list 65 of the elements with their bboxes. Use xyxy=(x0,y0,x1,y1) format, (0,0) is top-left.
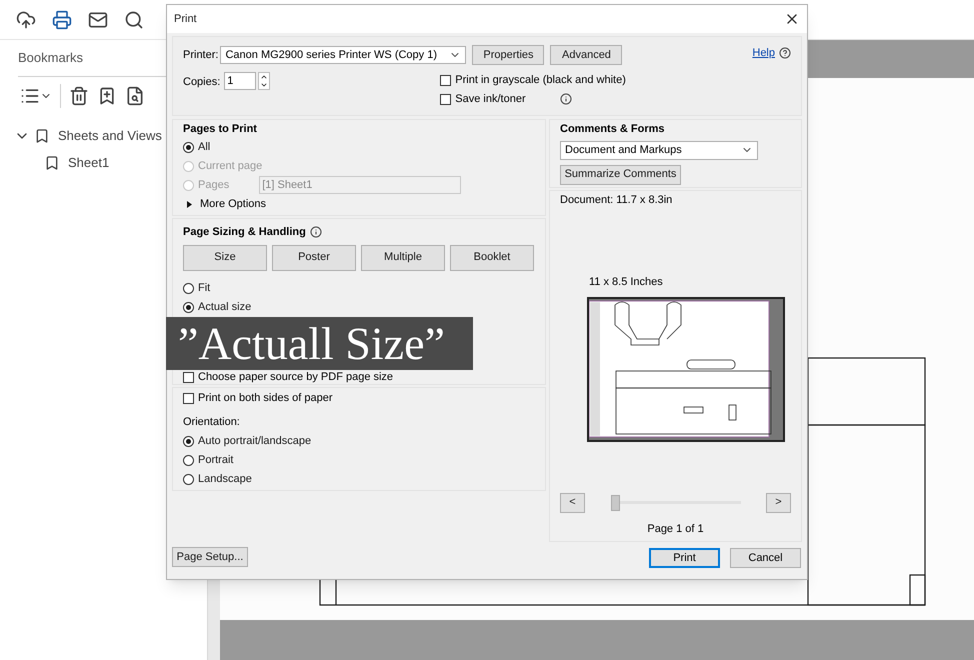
mode-button[interactable]: Size xyxy=(183,244,267,270)
checkbox[interactable] xyxy=(183,372,194,383)
copies-label: Copies: xyxy=(183,75,220,90)
option-label: Print in grayscale (black and white) xyxy=(455,72,626,88)
mode-button[interactable]: Poster xyxy=(272,244,356,270)
orientation-label: Orientation: xyxy=(183,415,241,430)
bookmark-icon xyxy=(44,155,60,171)
page-count-label: Page 1 of 1 xyxy=(647,522,704,536)
section-title: Page Sizing & Handling xyxy=(183,225,306,240)
copies-spinner[interactable] xyxy=(258,72,270,90)
radio-button[interactable] xyxy=(183,436,194,446)
mail-icon[interactable] xyxy=(88,10,108,30)
radio-label: Auto portrait/landscape xyxy=(198,434,312,449)
dialog-button[interactable]: Print xyxy=(649,548,720,568)
bookmark-icon xyxy=(34,128,50,144)
checkbox[interactable] xyxy=(440,94,452,104)
radio-label: Fit xyxy=(198,280,210,296)
mode-button[interactable]: Multiple xyxy=(361,244,445,270)
radio-label: All xyxy=(198,140,210,155)
help-icon[interactable] xyxy=(779,47,791,59)
page-setup-button[interactable]: Page Setup... xyxy=(172,547,248,567)
radio-button[interactable] xyxy=(183,454,194,466)
mode-button[interactable]: Booklet xyxy=(450,244,534,270)
option-label: Print on both sides of paper xyxy=(198,390,333,406)
option-label: Choose paper source by PDF page size xyxy=(198,370,394,386)
printer-select[interactable]: Canon MG2900 series Printer WS (Copy 1) xyxy=(220,46,466,64)
copies-field[interactable]: 1 xyxy=(224,72,256,90)
paper-size-label: 11 x 8.5 Inches xyxy=(589,274,664,290)
radio-label: Portrait xyxy=(198,452,234,468)
radio-label: Pages xyxy=(198,178,230,193)
delete-icon[interactable] xyxy=(69,86,89,106)
print-icon[interactable] xyxy=(52,10,72,30)
radio-button[interactable] xyxy=(183,282,194,294)
sidebar-title: Bookmarks xyxy=(18,50,84,65)
radio-label: Landscape xyxy=(198,472,252,487)
printer-label: Printer: xyxy=(183,48,218,63)
comments-select[interactable]: Document and Markups xyxy=(560,140,758,160)
option-label: Save ink/toner xyxy=(455,92,526,107)
document-size-label: Document: 11.7 x 8.3in xyxy=(560,193,674,208)
radio-label: Current page xyxy=(198,158,262,174)
checkbox[interactable] xyxy=(440,74,452,86)
radio-button[interactable] xyxy=(183,474,194,484)
radio-button[interactable] xyxy=(183,142,194,152)
more-options-toggle[interactable]: More Options xyxy=(183,194,535,214)
dialog-title: Print xyxy=(174,12,197,27)
help-link[interactable]: Help xyxy=(752,44,775,62)
upload-icon[interactable] xyxy=(16,10,36,30)
next-page-button[interactable]: > xyxy=(766,492,791,512)
checkbox[interactable] xyxy=(183,392,194,404)
previous-page-button[interactable]: < xyxy=(560,492,585,512)
info-icon[interactable] xyxy=(310,226,322,238)
radio-button[interactable] xyxy=(183,302,194,312)
radio-label: Actual size xyxy=(198,300,252,315)
properties-button[interactable]: Properties xyxy=(472,45,544,65)
disclosure-triangle-icon xyxy=(187,200,192,208)
summarize-comments-button[interactable]: Summarize Comments xyxy=(560,164,681,184)
slider-thumb[interactable] xyxy=(610,494,620,510)
search-icon[interactable] xyxy=(124,10,144,30)
dialog-button[interactable]: Cancel xyxy=(730,548,801,568)
section-title: Pages to Print xyxy=(183,122,258,137)
info-icon[interactable] xyxy=(560,93,572,105)
caption-overlay: ”Actuall Size” xyxy=(166,316,473,370)
page-slider[interactable] xyxy=(610,494,740,510)
advanced-button[interactable]: Advanced xyxy=(550,45,622,65)
section-title: Comments & Forms xyxy=(560,122,666,137)
